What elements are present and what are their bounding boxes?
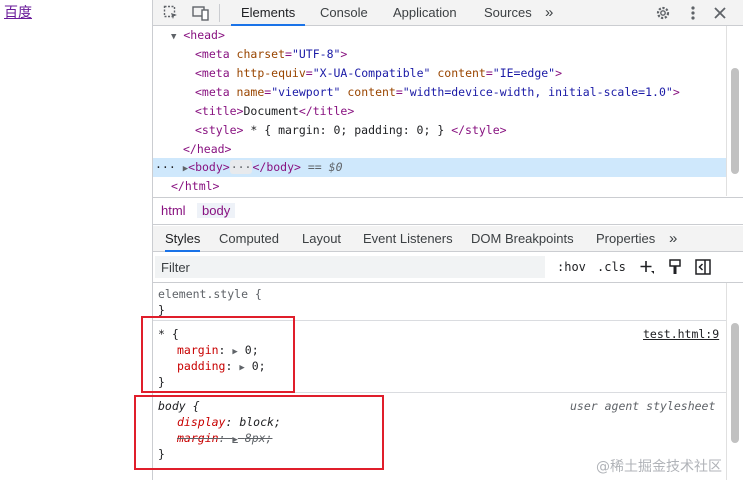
tab-event-listeners[interactable]: Event Listeners xyxy=(363,226,453,252)
watermark: @稀土掘金技术社区 xyxy=(596,459,722,475)
breadcrumb-body[interactable]: body xyxy=(197,203,236,218)
device-toggle-icon[interactable] xyxy=(191,3,211,23)
tab-elements[interactable]: Elements xyxy=(231,0,306,26)
more-tabs-chevron-icon[interactable]: » xyxy=(535,0,563,26)
tree-title[interactable]: <title>Document</title> xyxy=(195,102,354,121)
new-style-rule-icon[interactable] xyxy=(637,257,657,277)
tab-dom-breakpoints[interactable]: DOM Breakpoints xyxy=(471,226,574,252)
tree-scrollbar-thumb[interactable] xyxy=(731,68,739,174)
collapsed-children-icon[interactable]: ··· xyxy=(229,160,253,174)
tree-html-close[interactable]: </html> xyxy=(171,177,219,196)
tree-meta-compat[interactable]: <meta http-equiv="X-UA-Compatible" conte… xyxy=(195,64,562,83)
more-vert-icon[interactable] xyxy=(683,3,703,23)
sidebar-tabs: Styles Computed Layout Event Listeners D… xyxy=(153,226,743,252)
tab-styles[interactable]: Styles xyxy=(165,226,201,252)
toolbar-separator xyxy=(219,4,220,22)
dom-tree: ▼ <head> <meta charset="UTF-8"> <meta ht… xyxy=(153,26,727,196)
tree-meta-viewport[interactable]: <meta name="viewport" content="width=dev… xyxy=(195,83,680,102)
styles-filter-bar: :hov .cls xyxy=(153,252,743,283)
tree-body-selected[interactable]: ··· ▶<body>···</body> == $0 xyxy=(155,158,343,177)
tab-computed[interactable]: Computed xyxy=(219,226,279,252)
collapse-triangle-icon[interactable]: ▼ xyxy=(171,32,176,42)
baidu-link[interactable]: 百度 xyxy=(4,2,32,22)
tab-console[interactable]: Console xyxy=(310,0,378,26)
devtools-toolbar: Elements Console Application Sources » xyxy=(153,0,743,26)
tab-properties[interactable]: Properties xyxy=(596,226,655,252)
toggle-sidebar-icon[interactable] xyxy=(693,257,713,277)
styles-scrollbar[interactable] xyxy=(726,283,743,480)
breadcrumb: html body xyxy=(153,197,743,225)
cls-toggle-button[interactable]: .cls xyxy=(597,260,626,274)
hov-toggle-button[interactable]: :hov xyxy=(557,260,586,274)
tree-style[interactable]: <style> * { margin: 0; padding: 0; } </s… xyxy=(195,121,507,140)
breadcrumb-html[interactable]: html xyxy=(156,203,191,218)
source-user-agent: user agent stylesheet xyxy=(570,399,716,413)
styles-scrollbar-thumb[interactable] xyxy=(731,323,739,443)
tree-head-open[interactable]: ▼ <head> xyxy=(171,26,225,45)
annotation-box-universal xyxy=(141,316,295,393)
annotation-box-body xyxy=(134,395,384,470)
tab-application[interactable]: Application xyxy=(383,0,467,26)
row-actions-dots-icon[interactable]: ··· xyxy=(155,160,176,174)
tab-layout[interactable]: Layout xyxy=(302,226,341,252)
paint-bucket-icon[interactable] xyxy=(665,257,685,277)
tree-scrollbar[interactable] xyxy=(726,26,743,196)
inspect-icon[interactable] xyxy=(161,3,181,23)
more-subtabs-chevron-icon[interactable]: » xyxy=(669,226,677,252)
tab-sources[interactable]: Sources xyxy=(474,0,542,26)
close-icon[interactable] xyxy=(710,3,730,23)
element-style-selector[interactable]: element.style { xyxy=(158,286,262,302)
source-link-test-html[interactable]: test.html:9 xyxy=(643,326,719,342)
settings-gear-icon[interactable] xyxy=(653,3,673,23)
filter-input[interactable] xyxy=(155,256,545,278)
tree-head-close[interactable]: </head> xyxy=(183,140,231,159)
tree-meta-charset[interactable]: <meta charset="UTF-8"> xyxy=(195,45,347,64)
